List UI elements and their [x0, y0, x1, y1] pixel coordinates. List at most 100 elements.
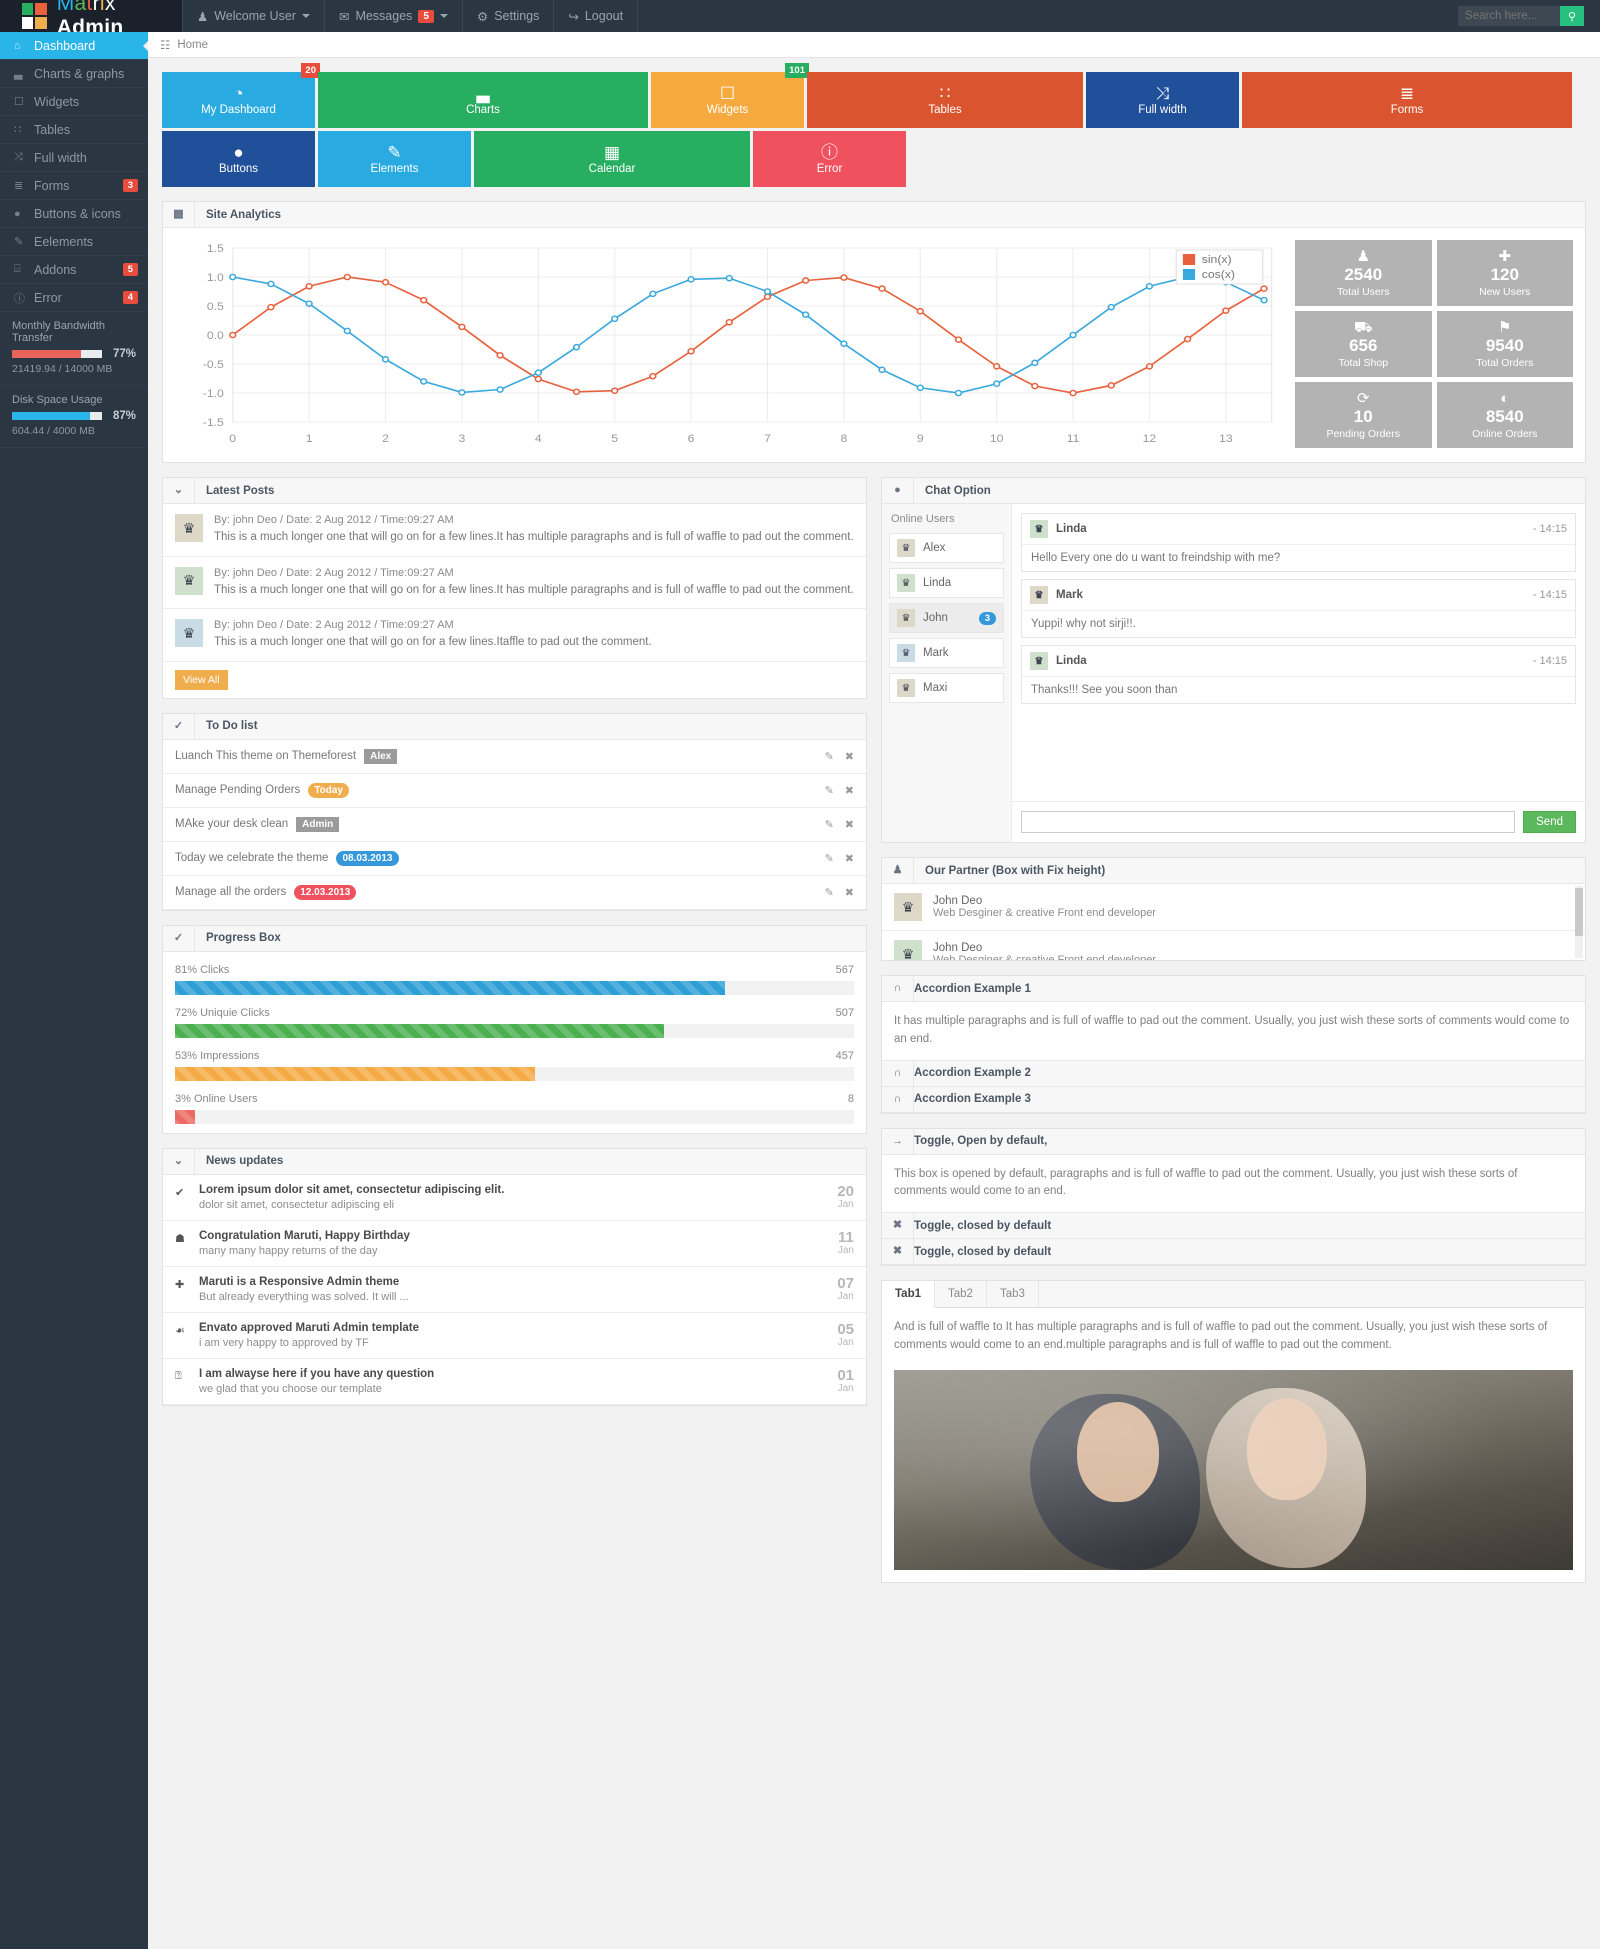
chat-message-input[interactable]	[1021, 811, 1516, 833]
close-icon[interactable]: ✖	[845, 784, 854, 797]
stat-label: Pending Orders	[1326, 427, 1401, 440]
close-icon[interactable]: ✖	[845, 852, 854, 865]
tab-tab3[interactable]: Tab3	[987, 1281, 1039, 1308]
post-meta: By: john Deo / Date: 2 Aug 2012 / Time:0…	[214, 514, 454, 526]
stat-total-orders[interactable]: ⚑ 9540 Total Orders	[1436, 311, 1573, 377]
search-input[interactable]	[1458, 6, 1560, 26]
topbar-item-logout[interactable]: ↪ Logout	[554, 0, 639, 32]
breadcrumb: ☷ Home	[148, 32, 1600, 58]
sidebar-item-full-width[interactable]: ⤨ Full width	[0, 144, 148, 172]
chat-user-name: Mark	[923, 647, 949, 659]
tile-error[interactable]: ⓘ Error	[753, 131, 906, 187]
pencil-icon[interactable]: ✎	[825, 784, 834, 797]
message-time: - 14:15	[1532, 655, 1567, 667]
news-month: Jan	[837, 1198, 854, 1210]
sidebar-item-dashboard[interactable]: ⌂ Dashboard	[0, 32, 148, 60]
tile-charts[interactable]: ▃ Charts	[318, 72, 648, 128]
post-text: This is a much longer one that will go o…	[214, 583, 854, 596]
panel-title: News updates	[206, 1155, 284, 1168]
tile-forms[interactable]: ≣ Forms	[1242, 72, 1572, 128]
tile-widgets[interactable]: 101 ☐ Widgets	[651, 63, 809, 128]
toggle-header[interactable]: → Toggle, Open by default,	[882, 1128, 1585, 1155]
logo-squares-icon	[22, 3, 47, 29]
view-all-button[interactable]: View All	[175, 669, 228, 690]
stat-total-users[interactable]: ♟ 2540 Total Users	[1295, 240, 1432, 306]
stat-online-orders[interactable]: ◐ 8540 Online Orders	[1436, 382, 1573, 448]
sidebar-item-charts-graphs[interactable]: ▃ Charts & graphs	[0, 60, 148, 88]
accordion-header[interactable]: ∩ Accordion Example 1	[882, 976, 1585, 1002]
topbar-item-settings[interactable]: ⚙ Settings	[463, 0, 555, 32]
progress-bar-item: 81% Clicks 567	[163, 961, 866, 1004]
top-menu: ♟ Welcome User ✉ Messages 5 ⚙ Settings ↪…	[182, 0, 639, 32]
sidebar-item-addons[interactable]: ⌸ Addons 5	[0, 256, 148, 284]
search-icon[interactable]: ⚲	[1560, 6, 1584, 26]
pencil-icon[interactable]: ✎	[825, 818, 834, 831]
question-icon: ⍰	[175, 1369, 182, 1382]
chat-user-john[interactable]: ♛ John 3	[889, 603, 1004, 633]
sidebar-item-forms[interactable]: ≣ Forms 3	[0, 172, 148, 200]
droplet-icon: ●	[233, 142, 244, 162]
progress-label: Monthly Bandwidth Transfer	[12, 320, 105, 344]
pencil-icon[interactable]: ✎	[825, 886, 834, 899]
tile-elements[interactable]: ✎ Elements	[318, 131, 471, 187]
todo-item: MAke your desk clean Admin ✎ ✖	[163, 808, 866, 842]
send-button[interactable]: Send	[1523, 811, 1576, 833]
tile-tables[interactable]: ∷ Tables	[807, 72, 1083, 128]
news-desc: But already everything was solved. It wi…	[199, 1290, 409, 1303]
progress-bar-count: 507	[835, 1006, 854, 1019]
tile-buttons[interactable]: ● Buttons	[162, 131, 315, 187]
breadcrumb-label[interactable]: Home	[177, 39, 208, 51]
tab-tab2[interactable]: Tab2	[935, 1281, 987, 1308]
accordion-title: Accordion Example 3	[914, 1093, 1031, 1106]
scrollbar-thumb[interactable]	[1575, 888, 1583, 936]
message-author: Mark	[1056, 589, 1083, 601]
todo-text: Manage Pending Orders	[175, 784, 301, 797]
chat-user-alex[interactable]: ♛ Alex	[889, 533, 1004, 563]
chevron-down-icon[interactable]: ⌄	[163, 478, 195, 503]
news-list: ✔ Lorem ipsum dolor sit amet, consectetu…	[163, 1175, 866, 1405]
close-icon[interactable]: ✖	[845, 750, 854, 763]
grid-icon: ∷	[14, 124, 21, 136]
dashboard-columns: ⌄ Latest Posts ♛ By: john Deo / Date: 2 …	[162, 477, 1586, 1597]
topbar-item-messages[interactable]: ✉ Messages 5	[325, 0, 463, 32]
check-icon[interactable]: ✓	[163, 925, 195, 951]
chevron-down-icon[interactable]: ⌄	[163, 1148, 195, 1174]
list-icon: ≣	[1399, 83, 1415, 103]
sidebar-item-buttons-icons[interactable]: ● Buttons & icons	[0, 200, 148, 228]
check-icon[interactable]: ✓	[163, 713, 195, 739]
pencil-icon[interactable]: ✎	[825, 852, 834, 865]
todo-list: Luanch This theme on Themeforest Alex ✎ …	[163, 740, 866, 910]
chat-user-linda[interactable]: ♛ Linda	[889, 568, 1004, 598]
home-icon: ☷	[160, 39, 171, 52]
close-icon[interactable]: ✖	[845, 886, 854, 899]
brand-logo[interactable]: Matrix Admin	[0, 0, 182, 39]
sidebar-item-label: Eelements	[34, 234, 94, 249]
chat-user-maxi[interactable]: ♛ Maxi	[889, 673, 1004, 703]
accordion-header[interactable]: ∩ Accordion Example 3	[882, 1086, 1585, 1113]
stat-label: Total Orders	[1476, 356, 1534, 369]
news-date: 11 Jan	[838, 1230, 854, 1257]
tab-tab1[interactable]: Tab1	[882, 1281, 935, 1309]
pencil-icon: ✎	[14, 236, 24, 248]
toggle-header[interactable]: ✖ Toggle, closed by default	[882, 1213, 1585, 1240]
stat-pending-orders[interactable]: ⟳ 10 Pending Orders	[1295, 382, 1432, 448]
close-icon[interactable]: ✖	[845, 818, 854, 831]
tile-calendar[interactable]: ▦ Calendar	[474, 131, 750, 187]
accordion-header[interactable]: ∩ Accordion Example 2	[882, 1060, 1585, 1087]
line-chart: 1.5 1.0 0.5 0.0 -0.5 -1.0 -1.5 0 1 2 3 4 5 6 7 8 9 10 11 12…	[175, 240, 1285, 450]
topbar-item-welcome-user[interactable]: ♟ Welcome User	[182, 0, 325, 32]
stat-new-users[interactable]: ✚ 120 New Users	[1436, 240, 1573, 306]
toggle-header[interactable]: ✖ Toggle, closed by default	[882, 1239, 1585, 1266]
chat-user-mark[interactable]: ♛ Mark	[889, 638, 1004, 668]
sidebar-item-widgets[interactable]: ☐ Widgets	[0, 88, 148, 116]
topbar-item-label: Messages	[355, 9, 413, 23]
pencil-icon[interactable]: ✎	[825, 750, 834, 763]
tile-my-dashboard[interactable]: 20 ◔ My Dashboard	[162, 63, 320, 128]
tile-full-width[interactable]: ⤨ Full width	[1086, 72, 1239, 128]
stat-total-shop[interactable]: ⛟ 656 Total Shop	[1295, 311, 1432, 377]
svg-text:0.0: 0.0	[207, 330, 224, 342]
sidebar-badge: 4	[122, 291, 138, 304]
sidebar-item-error[interactable]: ⓘ Error 4	[0, 284, 148, 312]
sidebar-item-tables[interactable]: ∷ Tables	[0, 116, 148, 144]
sidebar-item-eelements[interactable]: ✎ Eelements	[0, 228, 148, 256]
